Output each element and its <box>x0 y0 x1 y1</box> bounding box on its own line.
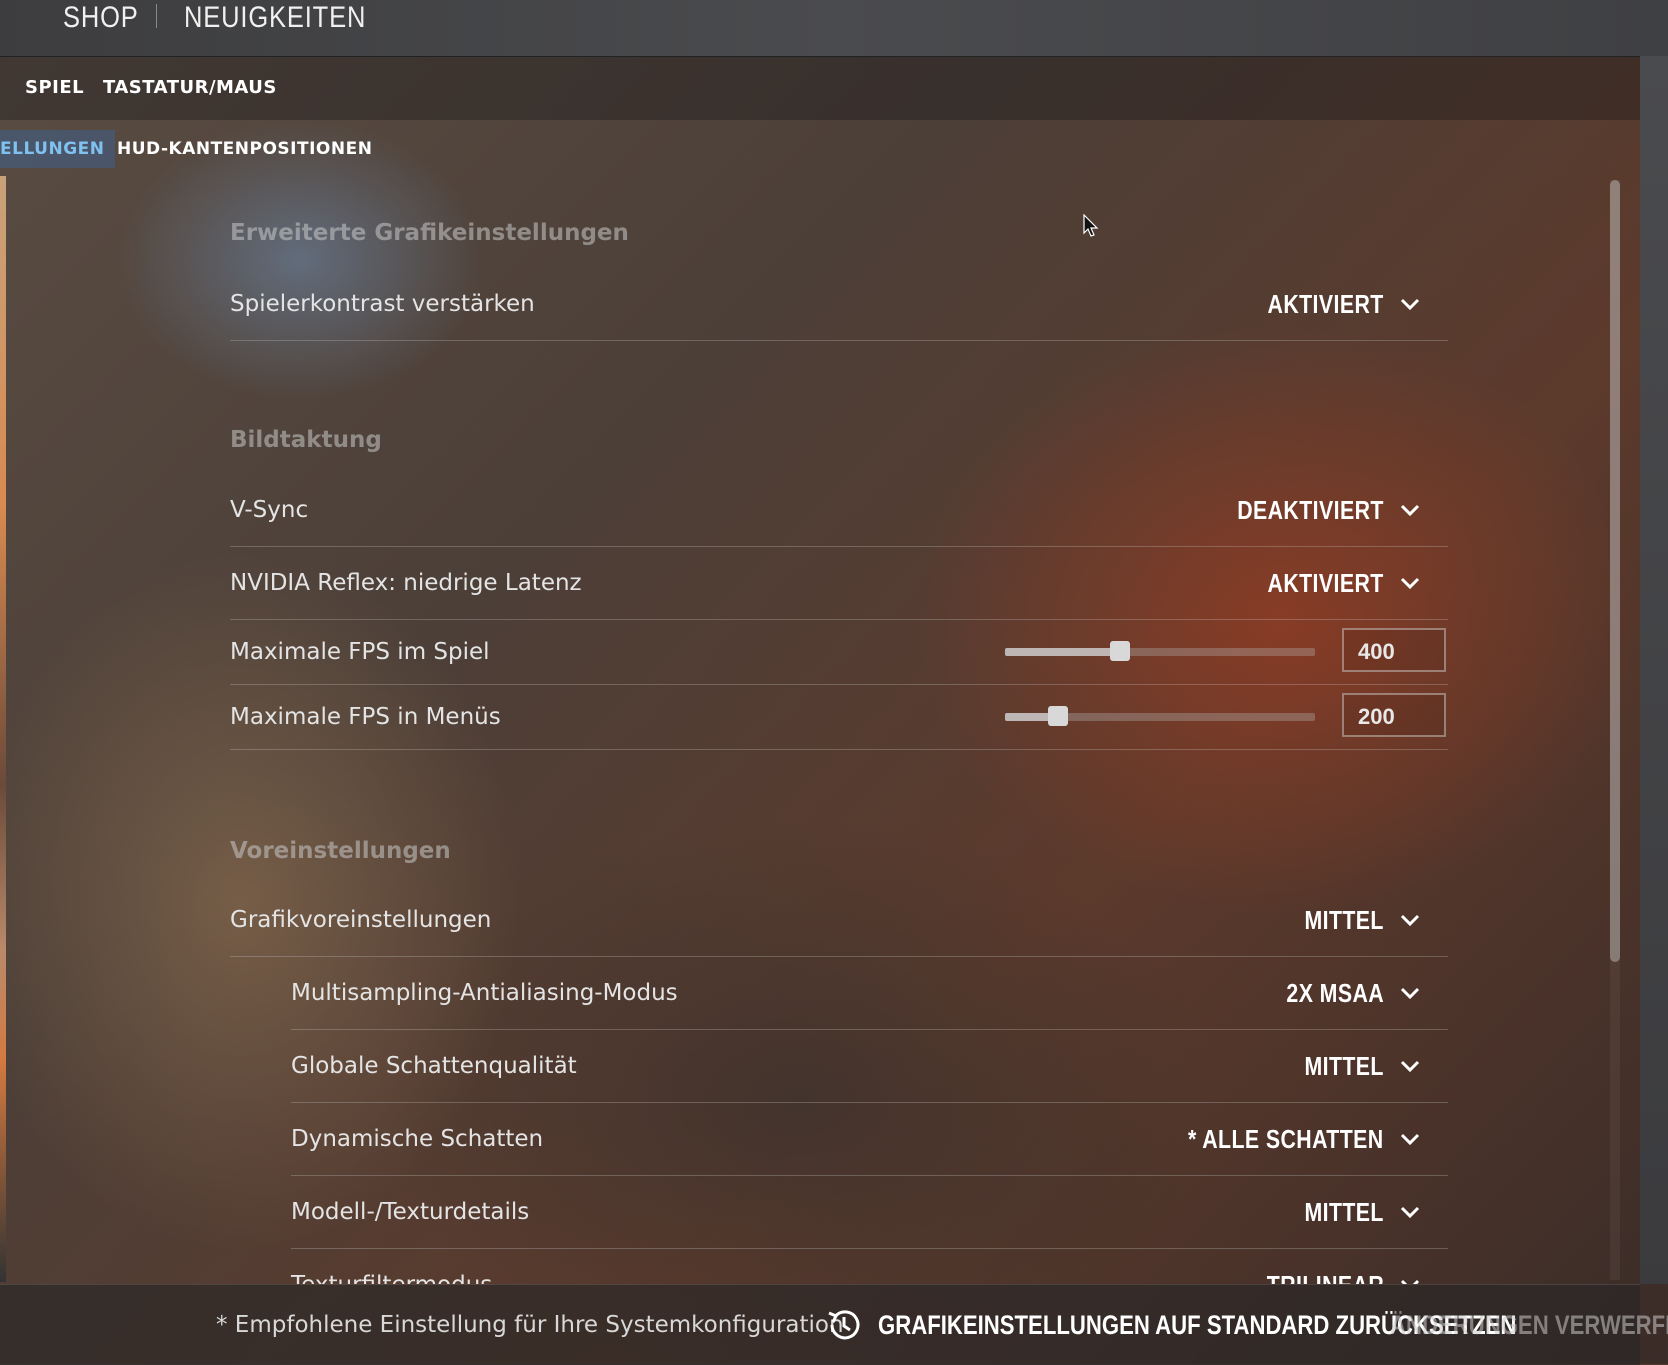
setting-label: Maximale FPS in Menüs <box>230 704 501 730</box>
fps-menu-input[interactable]: 200 <box>1342 693 1446 737</box>
section-title-advanced: Erweiterte Grafikeinstellungen <box>230 220 629 246</box>
setting-label: Globale Schattenqualität <box>291 1053 577 1079</box>
chevron-down-icon <box>1400 1060 1420 1073</box>
nav-divider <box>156 4 157 28</box>
history-reset-icon[interactable] <box>824 1305 864 1345</box>
setting-row-fps-menu: Maximale FPS in Menüs 200 <box>230 685 1448 750</box>
setting-row-fps-game: Maximale FPS im Spiel 400 <box>230 620 1448 685</box>
setting-label: Grafikvoreinstellungen <box>230 907 492 933</box>
dropdown-value: AKTIVIERT <box>1267 567 1384 598</box>
subtab-einstellungen[interactable]: ELLUNGEN <box>0 130 115 168</box>
right-edge-panel <box>1640 56 1668 1284</box>
setting-row-shadow-quality[interactable]: Globale Schattenqualität MITTEL <box>291 1030 1448 1103</box>
section-title-framerate: Bildtaktung <box>230 427 382 453</box>
mouse-cursor-icon <box>1083 214 1099 237</box>
setting-row-msaa[interactable]: Multisampling-Antialiasing-Modus 2X MSAA <box>291 957 1448 1030</box>
chevron-down-icon <box>1400 914 1420 927</box>
tab-spiel[interactable]: SPIEL <box>25 56 84 120</box>
side-preview-strip <box>0 176 6 1282</box>
setting-label: NVIDIA Reflex: niedrige Latenz <box>230 570 582 596</box>
chevron-down-icon <box>1400 504 1420 517</box>
setting-row-player-contrast[interactable]: Spielerkontrast verstärken AKTIVIERT <box>230 268 1448 341</box>
dropdown-value: 2X MSAA <box>1286 977 1384 1008</box>
setting-row-model-texture[interactable]: Modell-/Texturdetails MITTEL <box>291 1176 1448 1249</box>
tab-tastatur-maus[interactable]: TASTATUR/MAUS <box>103 56 277 120</box>
settings-footer: * Empfohlene Einstellung für Ihre System… <box>0 1284 1668 1365</box>
setting-row-vsync[interactable]: V-Sync DEAKTIVIERT <box>230 474 1448 547</box>
chevron-down-icon <box>1400 1133 1420 1146</box>
setting-row-dynamic-shadows[interactable]: Dynamische Schatten * ALLE SCHATTEN <box>291 1103 1448 1176</box>
chevron-down-icon <box>1400 1279 1420 1284</box>
dropdown-value: * ALLE SCHATTEN <box>1188 1123 1384 1154</box>
top-nav-bar: SHOP NEUIGKEITEN <box>0 0 1668 57</box>
discard-changes-button[interactable]: ÄNDERUNGEN VERWERFEN <box>1390 1285 1668 1365</box>
dropdown-value: MITTEL <box>1304 904 1384 935</box>
slider-handle[interactable] <box>1109 641 1130 661</box>
shadow-quality-dropdown[interactable]: MITTEL <box>1287 1030 1422 1102</box>
nav-shop[interactable]: SHOP <box>63 0 139 40</box>
chevron-down-icon <box>1400 577 1420 590</box>
dropdown-value: MITTEL <box>1304 1196 1384 1227</box>
setting-label: Dynamische Schatten <box>291 1126 544 1152</box>
chevron-down-icon <box>1400 1206 1420 1219</box>
setting-label: Modell-/Texturdetails <box>291 1199 530 1225</box>
slider-handle[interactable] <box>1047 706 1068 726</box>
dynamic-shadows-dropdown[interactable]: * ALLE SCHATTEN <box>1145 1103 1422 1175</box>
section-title-presets: Voreinstellungen <box>230 838 451 864</box>
scrollbar-thumb[interactable] <box>1610 180 1620 962</box>
msaa-dropdown[interactable]: 2X MSAA <box>1265 957 1422 1029</box>
vsync-dropdown[interactable]: DEAKTIVIERT <box>1205 474 1422 546</box>
setting-row-graphics-preset[interactable]: Grafikvoreinstellungen MITTEL <box>230 884 1448 957</box>
model-texture-dropdown[interactable]: MITTEL <box>1287 1176 1422 1248</box>
dropdown-value: MITTEL <box>1304 1050 1384 1081</box>
setting-label: Texturfiltermodus <box>291 1249 492 1284</box>
settings-tabs: SPIEL TASTATUR/MAUS <box>0 56 1640 120</box>
recommended-note: * Empfohlene Einstellung für Ihre System… <box>216 1312 844 1338</box>
fps-menu-slider[interactable] <box>1005 706 1315 726</box>
player-contrast-dropdown[interactable]: AKTIVIERT <box>1242 268 1422 340</box>
subtab-hud-kantenpositionen[interactable]: HUD-KANTENPOSITIONEN <box>117 130 372 168</box>
reflex-dropdown[interactable]: AKTIVIERT <box>1242 547 1422 619</box>
setting-row-texture-filter[interactable]: Texturfiltermodus TRILINEAR <box>291 1249 1448 1284</box>
setting-label: Spielerkontrast verstärken <box>230 291 535 317</box>
nav-news[interactable]: NEUIGKEITEN <box>184 0 366 40</box>
chevron-down-icon <box>1400 987 1420 1000</box>
dropdown-value: TRILINEAR <box>1267 1270 1384 1285</box>
setting-row-reflex[interactable]: NVIDIA Reflex: niedrige Latenz AKTIVIERT <box>230 547 1448 620</box>
setting-label: V-Sync <box>230 497 309 523</box>
texture-filter-dropdown[interactable]: TRILINEAR <box>1241 1249 1422 1284</box>
fps-game-slider[interactable] <box>1005 641 1315 661</box>
graphics-preset-dropdown[interactable]: MITTEL <box>1287 884 1422 956</box>
setting-label: Multisampling-Antialiasing-Modus <box>291 980 678 1006</box>
fps-game-input[interactable]: 400 <box>1342 628 1446 672</box>
slider-fill <box>1005 648 1120 656</box>
setting-label: Maximale FPS im Spiel <box>230 639 490 665</box>
dropdown-value: AKTIVIERT <box>1267 288 1384 319</box>
dropdown-value: DEAKTIVIERT <box>1237 494 1384 525</box>
chevron-down-icon <box>1400 298 1420 311</box>
